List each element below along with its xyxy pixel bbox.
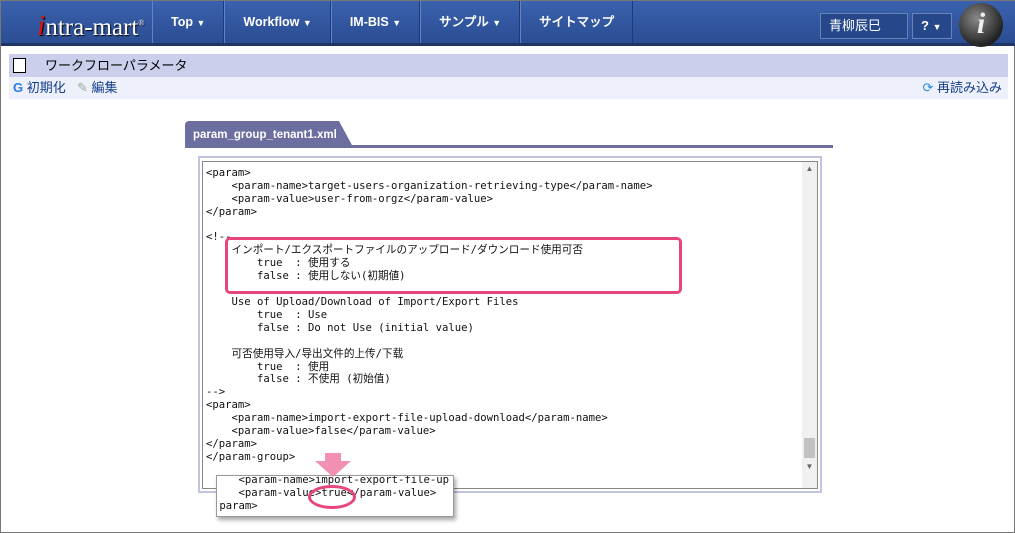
edit-label: 編集: [91, 80, 118, 95]
intra-mart-logo[interactable]: intra-mart®: [37, 9, 144, 43]
nav-label: IM-BIS: [349, 15, 389, 29]
user-name: 青柳辰巳: [829, 18, 882, 33]
nav-label: サイトマップ: [539, 15, 615, 29]
chevron-down-icon: ▼: [392, 18, 402, 28]
main-nav: Top ▼ Workflow ▼ IM-BIS ▼ サンプル ▼ サイトマップ: [152, 1, 634, 43]
scroll-down-icon[interactable]: ▼: [802, 462, 817, 471]
nav-sample[interactable]: サンプル ▼: [420, 1, 521, 43]
scroll-up-icon[interactable]: ▲: [802, 164, 817, 173]
chevron-down-icon: ▼: [196, 18, 206, 28]
xml-textarea[interactable]: --> <param> <param-name>target-users-org…: [202, 161, 818, 489]
refresh-icon: ⟳: [922, 80, 934, 95]
tab-label: param_group_tenant1.xml: [193, 129, 337, 141]
help-label: ?: [921, 18, 929, 33]
init-button[interactable]: G 初期化: [13, 77, 66, 99]
toolbar: G 初期化 ✎ 編集 ⟳ 再読み込み: [9, 77, 1008, 99]
xml-editor: --> <param> <param-name>target-users-org…: [198, 156, 822, 493]
chevron-down-icon: ▼: [932, 22, 942, 32]
tab-underline: [185, 145, 833, 148]
edit-button[interactable]: ✎ 編集: [77, 77, 118, 99]
nav-label: Workflow: [243, 15, 300, 29]
header-bar: intra-mart® Top ▼ Workflow ▼ IM-BIS ▼ サン…: [1, 1, 1015, 56]
im-logo-icon[interactable]: i: [959, 3, 1003, 47]
chevron-down-icon: ▼: [302, 18, 312, 28]
chevron-down-icon: ▼: [492, 18, 502, 28]
highlight-ellipse: [308, 485, 356, 509]
user-menu-button[interactable]: 青柳辰巳 ▼: [820, 13, 908, 56]
scrollbar-thumb[interactable]: [804, 438, 815, 458]
init-label: 初期化: [26, 80, 66, 95]
xml-content: --> <param> <param-name>target-users-org…: [206, 162, 653, 463]
feather-icon: ✎: [77, 80, 88, 95]
down-arrow-icon: [315, 453, 351, 477]
highlight-box: [225, 237, 682, 294]
reload-label: 再読み込み: [936, 80, 1002, 95]
help-menu-button[interactable]: ? ▼: [912, 13, 952, 39]
nav-label: サンプル: [439, 15, 489, 29]
tab-param-group-tenant1[interactable]: param_group_tenant1.xml: [185, 121, 353, 147]
nav-top[interactable]: Top ▼: [152, 1, 225, 43]
nav-label: Top: [171, 15, 193, 29]
reset-icon: G: [13, 80, 24, 95]
page-title: ワークフローパラメータ: [45, 58, 188, 73]
nav-im-bis[interactable]: IM-BIS ▼: [330, 1, 421, 43]
reload-button[interactable]: ⟳ 再読み込み: [922, 77, 1002, 99]
page-title-bar: ワークフローパラメータ: [9, 54, 1008, 77]
clipboard-icon: [13, 58, 26, 73]
scrollbar[interactable]: ▲ ▼: [802, 162, 817, 488]
nav-sitemap[interactable]: サイトマップ: [520, 1, 634, 43]
nav-workflow[interactable]: Workflow ▼: [224, 1, 331, 43]
